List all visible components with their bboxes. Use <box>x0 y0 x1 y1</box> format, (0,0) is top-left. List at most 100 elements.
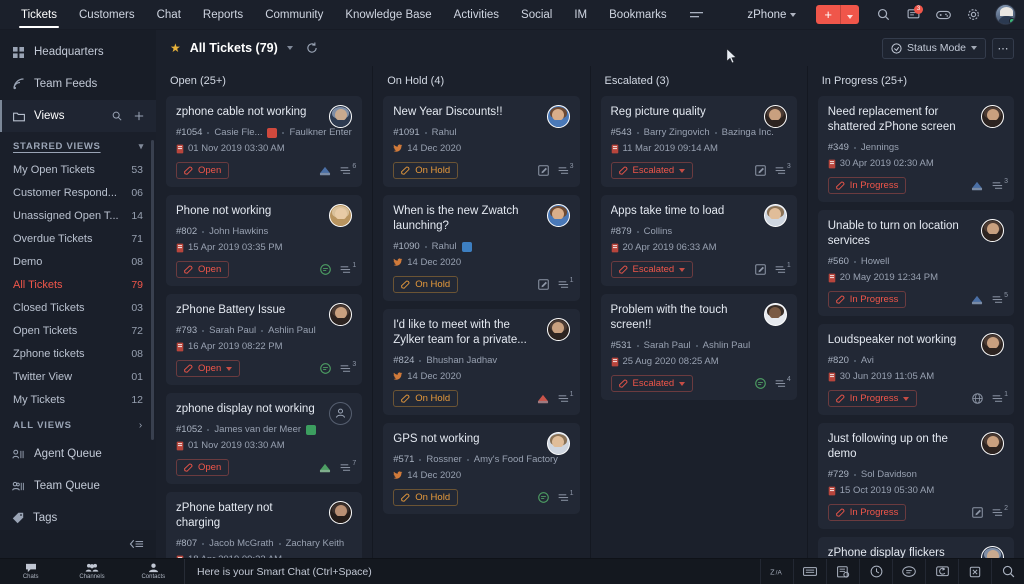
sidebar-item-team-queue[interactable]: Team Queue <box>0 470 156 502</box>
view-item-zphone-tickets[interactable]: Zphone tickets08 <box>0 342 156 365</box>
status-badge[interactable]: In Progress <box>828 504 907 521</box>
more-menu-icon[interactable] <box>678 10 715 20</box>
view-item-all-tickets[interactable]: All Tickets79 <box>0 273 156 296</box>
settings-icon[interactable] <box>959 0 987 30</box>
status-mode-button[interactable]: Status Mode <box>882 38 986 59</box>
attachment-icon[interactable] <box>537 393 549 404</box>
thread-icon[interactable]: 3 <box>340 364 352 374</box>
nav-tab-social[interactable]: Social <box>510 0 563 30</box>
avatar[interactable] <box>995 4 1016 25</box>
chat-icon[interactable] <box>892 559 925 584</box>
ticket-card[interactable]: GPS not working#571RossnerAmy's Food Fac… <box>383 423 579 514</box>
view-item-customer-respond[interactable]: Customer Respond...06 <box>0 181 156 204</box>
ticket-card[interactable]: zphone display not working#1052James van… <box>166 393 362 484</box>
sidebar-item-team-feeds[interactable]: Team Feeds <box>0 68 156 100</box>
thread-icon[interactable]: 1 <box>775 265 787 275</box>
column-cards[interactable]: New Year Discounts!!#1091Rahul14 Dec 202… <box>373 96 589 558</box>
avatar[interactable] <box>329 105 352 128</box>
thread-icon[interactable]: 4 <box>775 379 787 389</box>
view-item-twitter-view[interactable]: Twitter View01 <box>0 365 156 388</box>
attachment-icon[interactable] <box>319 165 331 176</box>
note-icon[interactable] <box>755 264 766 275</box>
chat-channel-icon[interactable] <box>320 363 331 374</box>
thread-icon[interactable]: 5 <box>992 295 1004 305</box>
ticket-card[interactable]: zphone cable not working#1054Casie Fle..… <box>166 96 362 187</box>
avatar[interactable] <box>329 501 352 524</box>
avatar[interactable] <box>329 204 352 227</box>
views-add-icon[interactable] <box>134 111 144 121</box>
thread-icon[interactable]: 7 <box>340 463 352 473</box>
thread-icon[interactable]: 1 <box>558 493 570 503</box>
translate-icon[interactable]: Z/A <box>760 559 793 584</box>
nav-tab-reports[interactable]: Reports <box>192 0 254 30</box>
add-button[interactable]: + <box>816 5 859 24</box>
all-views-row[interactable]: ALL VIEWS › <box>0 411 156 438</box>
article-icon[interactable] <box>826 559 859 584</box>
view-item-open-tickets[interactable]: Open Tickets72 <box>0 319 156 342</box>
nav-tab-im[interactable]: IM <box>563 0 598 30</box>
attachment-icon[interactable] <box>971 180 983 191</box>
nav-tab-activities[interactable]: Activities <box>443 0 510 30</box>
ticket-card[interactable]: I'd like to meet with the Zylker team fo… <box>383 309 579 415</box>
thread-icon[interactable]: 2 <box>992 508 1004 518</box>
thread-icon[interactable]: 1 <box>558 394 570 404</box>
more-options-button[interactable]: ⋯ <box>992 38 1014 59</box>
ticket-card[interactable]: Unable to turn on location services#560H… <box>818 210 1014 316</box>
status-badge[interactable]: On Hold <box>393 162 458 179</box>
column-cards[interactable]: Reg picture quality#543Barry ZingovichBa… <box>591 96 807 558</box>
avatar[interactable] <box>981 219 1004 242</box>
status-badge[interactable]: Open <box>176 360 240 377</box>
collapse-sidebar-icon[interactable] <box>0 530 156 558</box>
ticket-card[interactable]: Reg picture quality#543Barry ZingovichBa… <box>601 96 797 187</box>
avatar[interactable] <box>981 105 1004 128</box>
view-item-closed-tickets[interactable]: Closed Tickets03 <box>0 296 156 319</box>
thread-icon[interactable]: 3 <box>558 166 570 176</box>
chat-channel-icon[interactable] <box>538 492 549 503</box>
ticket-card[interactable]: Need replacement for shattered zPhone sc… <box>818 96 1014 202</box>
status-badge[interactable]: In Progress <box>828 291 907 308</box>
keyboard-icon[interactable] <box>793 559 826 584</box>
ticket-card[interactable]: New Year Discounts!!#1091Rahul14 Dec 202… <box>383 96 579 187</box>
note-icon[interactable] <box>972 507 983 518</box>
ticket-card[interactable]: Phone not working#802John Hawkins15 Apr … <box>166 195 362 286</box>
avatar[interactable] <box>547 318 570 341</box>
avatar[interactable] <box>764 105 787 128</box>
column-cards[interactable]: zphone cable not working#1054Casie Fle..… <box>156 96 372 558</box>
avatar[interactable] <box>981 333 1004 356</box>
status-badge[interactable]: In Progress <box>828 390 918 407</box>
status-badge[interactable]: Open <box>176 459 229 476</box>
view-item-demo[interactable]: Demo08 <box>0 250 156 273</box>
status-badge[interactable]: On Hold <box>393 489 458 506</box>
view-item-unassigned-open-t[interactable]: Unassigned Open T...14 <box>0 204 156 227</box>
thread-icon[interactable]: 6 <box>340 166 352 176</box>
views-search-icon[interactable] <box>112 111 122 121</box>
bottom-tab-chats[interactable]: Chats <box>0 559 61 584</box>
view-item-overdue-tickets[interactable]: Overdue Tickets71 <box>0 227 156 250</box>
chat-channel-icon[interactable] <box>320 264 331 275</box>
chevron-down-icon[interactable] <box>287 46 293 50</box>
note-icon[interactable] <box>538 165 549 176</box>
nav-tab-customers[interactable]: Customers <box>68 0 146 30</box>
history-icon[interactable] <box>859 559 892 584</box>
status-badge[interactable]: Escalated <box>611 162 694 179</box>
gamification-icon[interactable] <box>929 0 957 30</box>
avatar[interactable] <box>764 204 787 227</box>
attachment-icon[interactable] <box>319 462 331 473</box>
nav-tab-knowledge-base[interactable]: Knowledge Base <box>334 0 442 30</box>
avatar[interactable] <box>547 432 570 455</box>
nav-tab-bookmarks[interactable]: Bookmarks <box>598 0 678 30</box>
starred-views-header[interactable]: STARRED VIEWS ▾ <box>0 136 156 158</box>
nav-tab-chat[interactable]: Chat <box>146 0 192 30</box>
sidebar-item-headquarters[interactable]: Headquarters <box>0 36 156 68</box>
status-badge[interactable]: Open <box>176 162 229 179</box>
status-badge[interactable]: Escalated <box>611 375 694 392</box>
status-badge[interactable]: On Hold <box>393 390 458 407</box>
attachment-icon[interactable] <box>971 294 983 305</box>
thread-icon[interactable]: 3 <box>992 181 1004 191</box>
refresh-icon[interactable] <box>306 42 318 54</box>
search-icon[interactable] <box>869 0 897 30</box>
add-dropdown-icon[interactable] <box>841 5 859 24</box>
avatar[interactable] <box>329 303 352 326</box>
nav-tab-community[interactable]: Community <box>254 0 334 30</box>
ticket-card[interactable]: Problem with the touch screen!!#531Sarah… <box>601 294 797 400</box>
